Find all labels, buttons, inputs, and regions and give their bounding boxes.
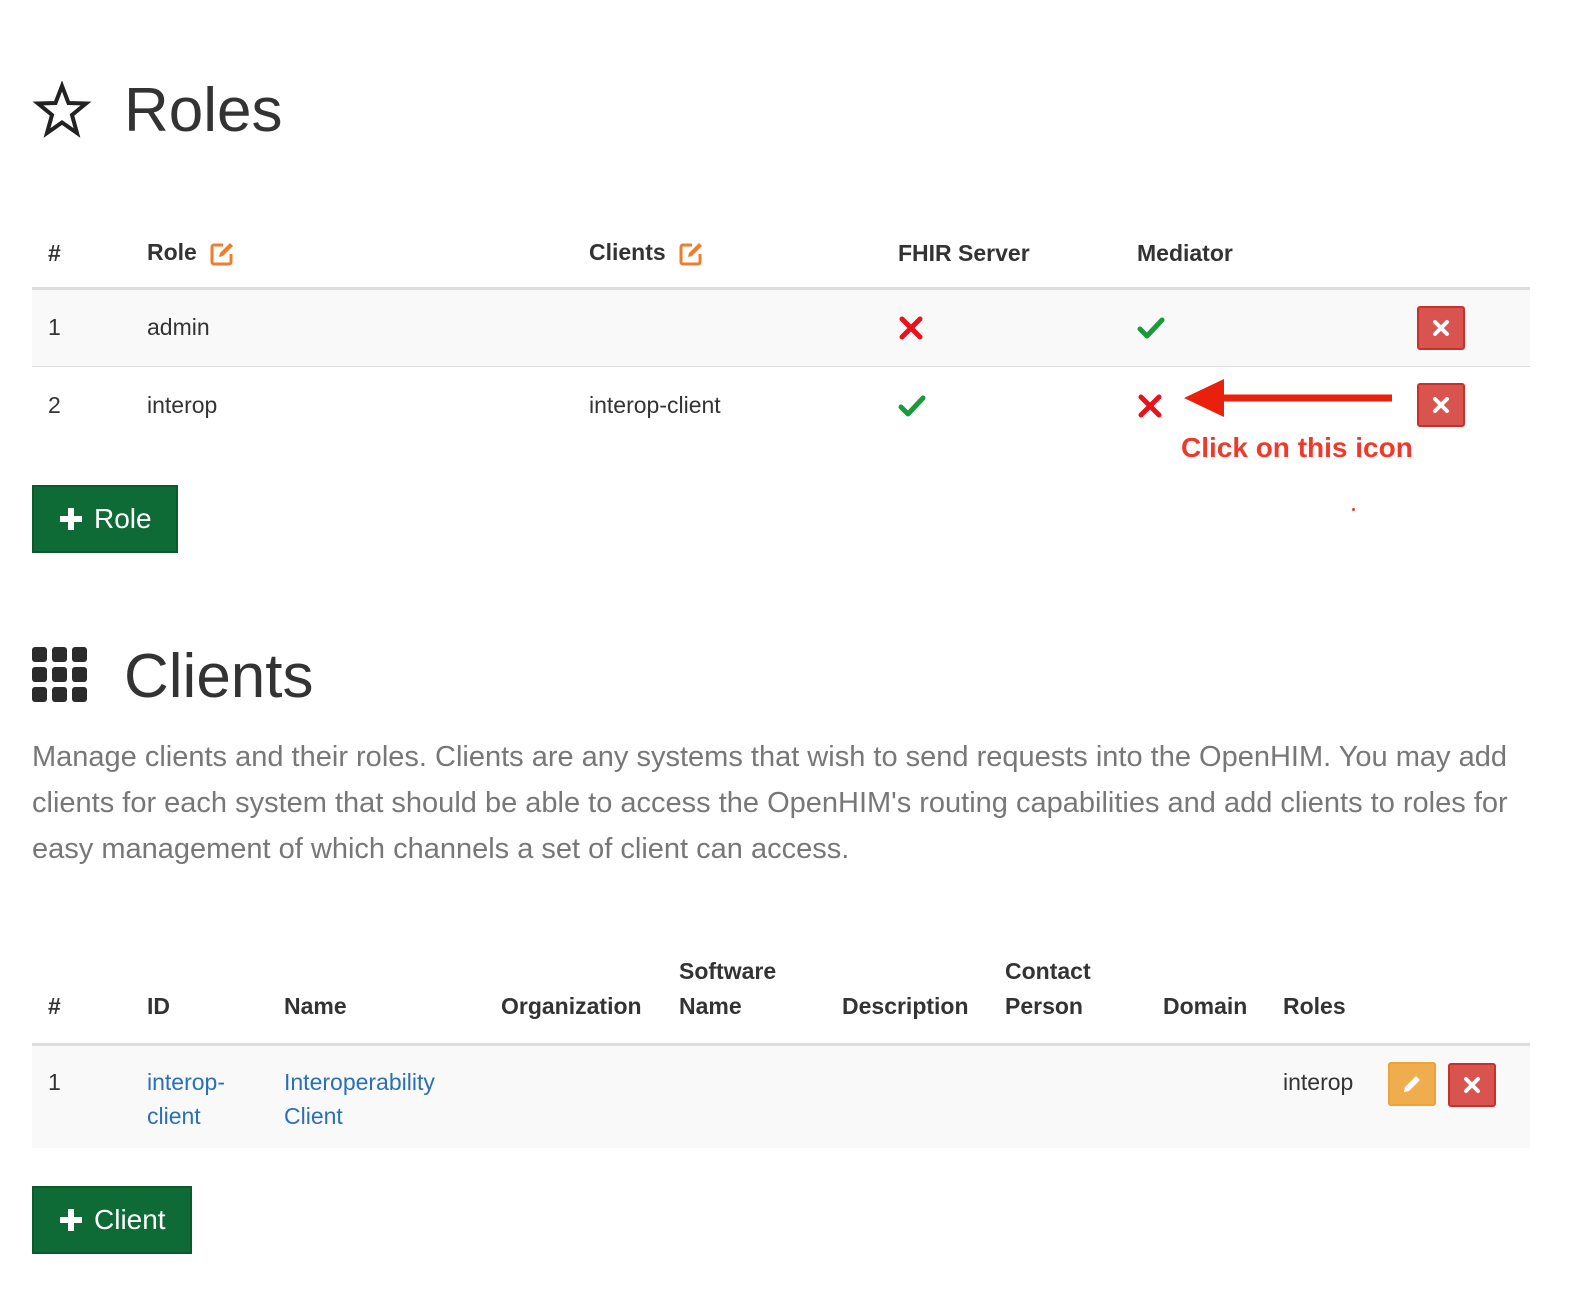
- delete-role-button[interactable]: [1417, 383, 1465, 428]
- roles-title: Roles: [124, 76, 283, 145]
- client-roles: interop: [1283, 1069, 1354, 1095]
- client-name-line2[interactable]: Client: [284, 1103, 343, 1129]
- add-client-button[interactable]: Client: [32, 1186, 192, 1254]
- clients-col-num: #: [32, 954, 131, 1046]
- times-icon: [1433, 319, 1449, 336]
- clients-table: # ID Name Organization Software Name Des…: [32, 954, 1530, 1148]
- annotation-dot: [1352, 508, 1355, 511]
- roles-col-actions: [1401, 228, 1530, 290]
- role-clients: interop-client: [573, 365, 882, 444]
- delete-client-button[interactable]: [1448, 1063, 1497, 1107]
- roles-col-clients-label: Clients: [589, 238, 666, 265]
- client-software-name: [663, 1045, 826, 1148]
- clients-heading: Clients: [32, 646, 314, 708]
- clients-col-domain: Domain: [1147, 954, 1267, 1046]
- role-row: 1 admin: [32, 288, 1530, 366]
- role-num: 2: [32, 365, 131, 444]
- roles-col-num: #: [32, 228, 131, 290]
- clients-col-description: Description: [826, 954, 989, 1046]
- client-name-line1[interactable]: Interoperability: [284, 1069, 435, 1095]
- add-role-button[interactable]: Role: [32, 485, 178, 553]
- clients-col-actions: [1372, 954, 1530, 1046]
- plus-icon: [60, 508, 82, 530]
- clients-col-roles: Roles: [1267, 954, 1372, 1046]
- client-organization: [485, 1045, 663, 1148]
- cross-icon[interactable]: [1137, 393, 1163, 419]
- clients-col-software-name-line2: Name: [679, 992, 742, 1019]
- client-name-link[interactable]: Interoperability Client: [268, 1045, 485, 1148]
- client-actions: [1372, 1045, 1530, 1148]
- client-domain: [1147, 1045, 1267, 1148]
- clients-col-contact: Contact Person: [989, 954, 1147, 1046]
- cross-icon[interactable]: [898, 315, 924, 341]
- role-name: interop: [131, 365, 573, 444]
- check-icon[interactable]: [898, 393, 926, 419]
- roles-heading: Roles: [32, 80, 283, 142]
- client-description: [826, 1045, 989, 1148]
- roles-col-fhir: FHIR Server: [882, 228, 1121, 290]
- annotation-arrow: [1184, 379, 1392, 417]
- clients-description: Manage clients and their roles. Clients …: [32, 741, 1508, 865]
- add-role-label: Role: [94, 503, 152, 534]
- annotation-text: Click on this icon: [1181, 432, 1413, 463]
- roles-header-row: # Role Clients FHIR Server Mediator: [32, 228, 1530, 290]
- client-id-line1[interactable]: interop-: [147, 1069, 225, 1095]
- role-actions: [1401, 288, 1530, 366]
- roles-col-role-label: Role: [147, 238, 197, 265]
- clients-col-name: Name: [268, 954, 485, 1046]
- edit-square-icon[interactable]: [678, 241, 704, 267]
- pencil-icon: [1404, 1076, 1420, 1092]
- edit-square-icon[interactable]: [209, 241, 235, 267]
- times-icon: [1464, 1077, 1481, 1093]
- clients-col-id: ID: [131, 954, 268, 1046]
- client-row: 1 interop- client Interoperability Clien…: [32, 1044, 1530, 1148]
- roles-col-clients[interactable]: Clients: [573, 228, 882, 290]
- role-fhir-toggle[interactable]: [882, 365, 1121, 444]
- times-icon: [1433, 397, 1449, 414]
- role-mediator-toggle[interactable]: [1121, 288, 1401, 366]
- role-num: 1: [48, 314, 61, 340]
- clients-title: Clients: [124, 642, 314, 711]
- delete-role-button[interactable]: [1417, 305, 1465, 350]
- role-actions: [1401, 365, 1530, 444]
- clients-col-organization: Organization: [485, 954, 663, 1046]
- roles-col-role[interactable]: Role: [131, 228, 573, 290]
- check-icon[interactable]: [1137, 315, 1165, 341]
- grid-icon: [32, 647, 124, 707]
- add-client-label: Client: [94, 1204, 166, 1235]
- role-fhir-toggle[interactable]: [882, 288, 1121, 366]
- client-contact: [989, 1045, 1147, 1148]
- clients-col-software-name: Software Name: [663, 954, 826, 1046]
- client-num: 1: [48, 1069, 61, 1095]
- star-outline-icon: [32, 80, 124, 141]
- clients-col-software-name-line1: Software: [679, 958, 777, 984]
- edit-client-button[interactable]: [1388, 1062, 1436, 1106]
- role-name: admin: [147, 314, 210, 340]
- plus-icon: [60, 1209, 82, 1231]
- client-id-link[interactable]: interop- client: [131, 1045, 268, 1148]
- role-clients: [573, 288, 882, 366]
- clients-col-contact-line1: Contact: [1005, 958, 1091, 984]
- clients-col-contact-line2: Person: [1005, 992, 1083, 1019]
- clients-header-row: # ID Name Organization Software Name Des…: [32, 954, 1530, 1046]
- client-id-line2[interactable]: client: [147, 1103, 201, 1129]
- roles-col-mediator: Mediator: [1121, 228, 1401, 290]
